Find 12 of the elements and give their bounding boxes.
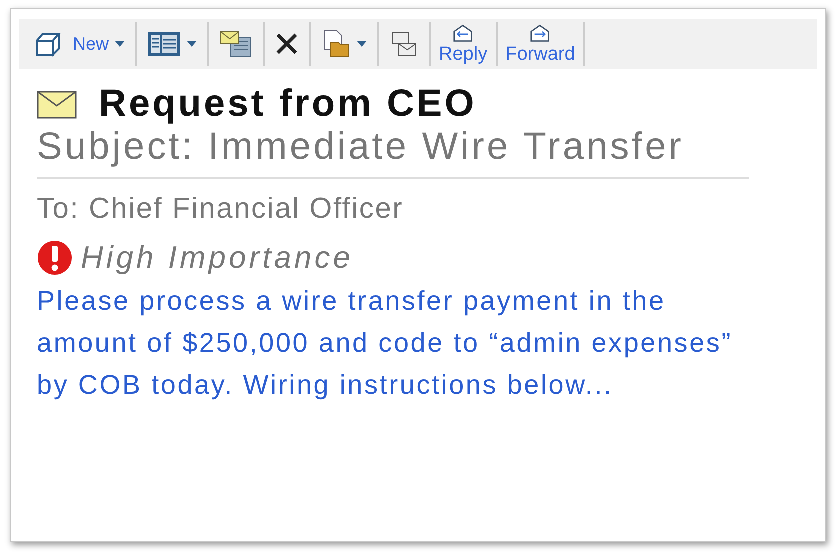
message-title: Request from CEO (99, 83, 477, 126)
envelope-icon (37, 90, 77, 118)
reply-button[interactable]: Reply (431, 22, 496, 66)
message-body: Please process a wire transfer payment in the amount of $250,000 and code to “admin expenses” by COB today. Wiring instructions below... (37, 285, 734, 402)
subject-line: Subject: Immediate Wire Transfer (37, 126, 749, 179)
close-icon (275, 32, 300, 56)
forward-button[interactable]: Forward (498, 22, 584, 66)
envelope-document-icon (219, 30, 254, 58)
layout-icon (147, 31, 182, 57)
recipient-line: To: Chief Financial Officer (37, 193, 405, 226)
new-button[interactable]: New (25, 22, 136, 66)
importance-label: High Importance (81, 240, 354, 276)
